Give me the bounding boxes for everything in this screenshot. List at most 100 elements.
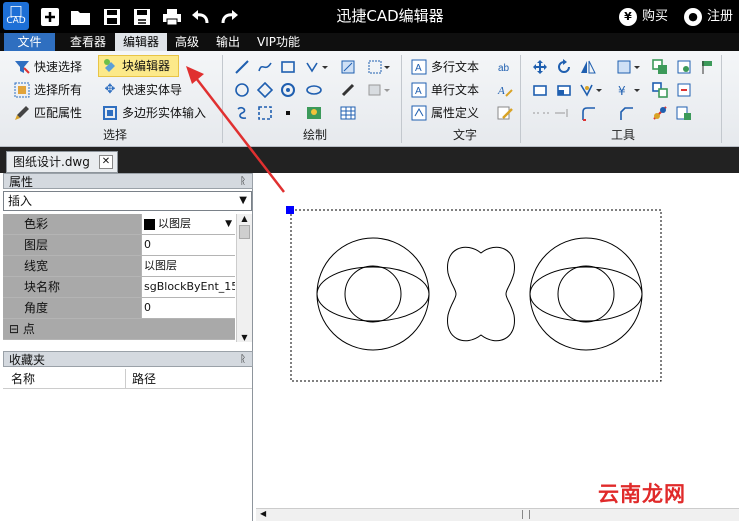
scroll-grip[interactable]: [522, 510, 530, 519]
table-tool-icon[interactable]: [338, 103, 358, 123]
text-style-icon[interactable]: ab: [495, 57, 515, 77]
pen-tool-icon[interactable]: [338, 80, 358, 100]
join-icon[interactable]: [674, 103, 694, 123]
hatch-tool-icon[interactable]: [338, 57, 358, 77]
text-pencil-icon[interactable]: [495, 103, 515, 123]
menu-advanced[interactable]: 高级: [167, 33, 207, 51]
property-row-layer[interactable]: 图层 0: [3, 235, 235, 256]
canvas-scrollbar[interactable]: ◀: [256, 508, 739, 521]
drawing-svg[interactable]: [256, 173, 739, 521]
offset-icon[interactable]: [530, 103, 574, 123]
trim-dropdown-icon[interactable]: [578, 80, 604, 100]
block-editor-button[interactable]: 块编辑器: [98, 55, 180, 77]
save-as-icon[interactable]: [129, 3, 155, 30]
grip-handle[interactable]: [286, 206, 294, 214]
line-tool-icon[interactable]: [232, 57, 252, 77]
collapse-icon[interactable]: ⊟: [9, 322, 19, 336]
block-geometry[interactable]: [316, 237, 643, 351]
color-swatch: [144, 218, 155, 230]
mtext-button[interactable]: A 多行文本: [411, 56, 479, 78]
plus-move-icon: ✥: [104, 82, 116, 97]
buy-button[interactable]: ¥ 购买: [619, 0, 668, 33]
explode-dropdown-icon[interactable]: ¥: [616, 80, 642, 100]
column-name[interactable]: 名称: [3, 369, 126, 388]
chamfer-icon[interactable]: [616, 103, 636, 123]
menu-file[interactable]: 文件: [4, 33, 55, 51]
revision-cloud-icon[interactable]: [255, 103, 275, 123]
fillet-icon[interactable]: [578, 103, 598, 123]
rotate-icon[interactable]: [554, 57, 574, 77]
ellipse-tool-icon[interactable]: [304, 80, 324, 100]
text-edit-icon[interactable]: A: [495, 80, 515, 100]
scroll-left-icon[interactable]: ◀: [260, 509, 266, 518]
document-tab[interactable]: 图纸设计.dwg ✕: [6, 151, 118, 173]
pin-icon[interactable]: ᚱ: [240, 352, 246, 368]
point-tool-icon[interactable]: [278, 103, 298, 123]
spiral-tool-icon[interactable]: [232, 103, 252, 123]
attribute-icon: [411, 105, 427, 121]
polygon-entity-input-button[interactable]: 多边形实体输入: [102, 102, 206, 124]
property-row-lineweight[interactable]: 线宽 以图层: [3, 256, 235, 277]
block-icon[interactable]: [674, 57, 694, 77]
property-section-point[interactable]: ⊟ 点: [3, 319, 235, 340]
menu-vip[interactable]: VIP功能: [249, 33, 308, 51]
text-icon: A: [411, 82, 427, 98]
properties-panel: 属性 ᚱ 插入 ▼ 色彩 以图层 ▼ 图层 0 线宽 以图层 块名称 sgBlockB…: [3, 173, 253, 521]
move-icon[interactable]: [530, 57, 550, 77]
ribbon-separator: [222, 55, 223, 143]
quick-select-button[interactable]: 快速选择: [14, 56, 82, 78]
print-icon[interactable]: [159, 3, 185, 30]
circle-tool-icon[interactable]: [232, 80, 252, 100]
text-button[interactable]: A 单行文本: [411, 79, 479, 101]
region-tool-icon[interactable]: [366, 80, 392, 100]
ungroup-icon[interactable]: [674, 80, 694, 100]
match-properties-button[interactable]: 匹配属性: [14, 102, 82, 124]
drawing-canvas[interactable]: [256, 173, 739, 521]
scroll-down-icon[interactable]: ▼: [237, 333, 252, 342]
quick-entity-import-button[interactable]: ✥ 快速实体导: [102, 79, 182, 101]
rectangle-tool-icon[interactable]: [278, 57, 298, 77]
donut-tool-icon[interactable]: [278, 80, 298, 100]
copy-icon[interactable]: [650, 57, 670, 77]
menu-viewer[interactable]: 查看器: [62, 33, 114, 51]
scroll-thumb[interactable]: [239, 225, 250, 239]
array-dropdown-icon[interactable]: [616, 57, 642, 77]
menu-output[interactable]: 输出: [208, 33, 248, 51]
property-row-color[interactable]: 色彩 以图层 ▼: [3, 214, 235, 235]
arc-dropdown-icon[interactable]: [304, 57, 330, 77]
break-icon[interactable]: [650, 103, 670, 123]
flag-icon[interactable]: [698, 57, 718, 77]
polygon-tool-icon[interactable]: [255, 80, 275, 100]
app-logo[interactable]: □ CAD: [3, 2, 29, 30]
attribute-definition-button[interactable]: 属性定义: [411, 102, 479, 124]
stretch-icon[interactable]: [530, 80, 550, 100]
column-path[interactable]: 路径: [126, 369, 156, 388]
group-icon[interactable]: [650, 80, 670, 100]
save-icon[interactable]: [99, 3, 125, 30]
redo-icon[interactable]: [216, 3, 242, 30]
mtext-icon: A: [411, 59, 427, 75]
scale-icon[interactable]: [554, 80, 574, 100]
svg-text:ab: ab: [498, 63, 510, 74]
mirror-icon[interactable]: [578, 57, 598, 77]
scroll-up-icon[interactable]: ▲: [237, 214, 252, 223]
property-row-block-name[interactable]: 块名称 sgBlockByEnt_1598: [3, 277, 235, 298]
close-tab-icon[interactable]: ✕: [99, 155, 113, 169]
open-folder-icon[interactable]: [68, 3, 94, 30]
color-value[interactable]: 以图层 ▼: [141, 214, 235, 234]
polyline-tool-icon[interactable]: [255, 57, 275, 77]
properties-scrollbar[interactable]: ▲ ▼: [236, 214, 252, 342]
svg-text:¥: ¥: [618, 84, 626, 98]
register-button[interactable]: ● 注册: [684, 0, 733, 33]
undo-icon[interactable]: [188, 3, 214, 30]
pin-icon[interactable]: ᚱ: [240, 174, 246, 190]
new-file-icon[interactable]: [37, 3, 63, 30]
image-tool-icon[interactable]: [304, 103, 324, 123]
insert-block-icon[interactable]: [366, 57, 392, 77]
block-editor-icon: [102, 58, 118, 74]
entity-type-select[interactable]: 插入 ▼: [3, 191, 252, 211]
property-row-angle[interactable]: 角度 0: [3, 298, 235, 319]
menu-editor[interactable]: 编辑器: [115, 33, 168, 51]
properties-header: 属性 ᚱ: [3, 173, 253, 189]
select-all-button[interactable]: 选择所有: [14, 79, 82, 101]
